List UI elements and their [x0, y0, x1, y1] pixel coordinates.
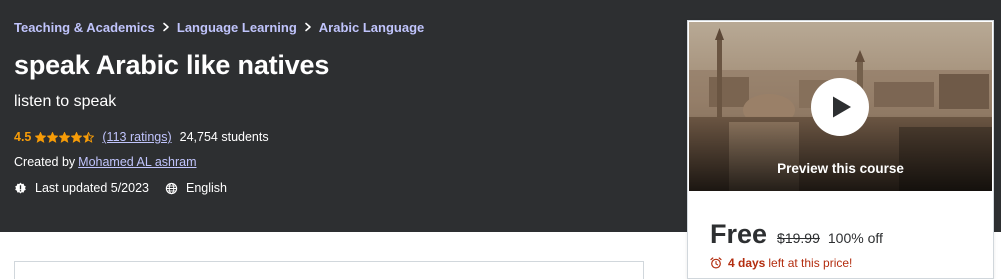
star-rating — [35, 131, 95, 143]
current-price: Free — [710, 219, 768, 249]
deadline-days: 4 days — [728, 256, 766, 270]
rating-row: 4.5 (113 ratings) 24,754 students — [14, 129, 269, 145]
star-icon — [59, 131, 71, 143]
purchase-card: Preview this course Free $19.99 100% off… — [687, 20, 994, 279]
breadcrumb-link-teaching-academics[interactable]: Teaching & Academics — [14, 20, 155, 35]
star-icon — [35, 131, 47, 143]
preview-label[interactable]: Preview this course — [689, 161, 992, 176]
created-by-label: Created by — [14, 155, 76, 169]
student-count: 24,754 students — [179, 130, 269, 144]
course-subtitle: listen to speak — [14, 93, 117, 110]
language-text: English — [186, 181, 227, 195]
course-preview[interactable]: Preview this course — [689, 22, 992, 191]
breadcrumb: Teaching & Academics Language Learning A… — [14, 19, 424, 35]
chevron-right-icon — [297, 22, 319, 32]
globe-icon — [165, 182, 178, 194]
instructor-link[interactable]: Mohamed AL ashram — [78, 155, 196, 169]
course-language: English — [165, 181, 227, 195]
star-icon — [83, 131, 95, 143]
course-meta: Last updated 5/2023 English — [14, 180, 227, 196]
deadline-text: left at this price! — [768, 256, 853, 270]
discount-percent: 100% off — [827, 230, 883, 246]
alarm-clock-icon — [710, 257, 722, 269]
play-icon — [833, 96, 851, 118]
what-you-learn-box — [14, 261, 644, 279]
price-row: Free $19.99 100% off — [710, 219, 883, 250]
breadcrumb-link-arabic-language[interactable]: Arabic Language — [319, 20, 424, 35]
created-by: Created by Mohamed AL ashram — [14, 155, 197, 169]
breadcrumb-link-language-learning[interactable]: Language Learning — [177, 20, 297, 35]
course-title: speak Arabic like natives — [14, 50, 330, 80]
original-price: $19.99 — [777, 230, 820, 246]
last-updated: Last updated 5/2023 — [14, 181, 149, 195]
chevron-right-icon — [155, 22, 177, 32]
alert-badge-icon — [15, 182, 26, 194]
ratings-count-link[interactable]: (113 ratings) — [102, 130, 171, 144]
rating-number: 4.5 — [14, 130, 32, 144]
play-preview-button[interactable] — [811, 78, 869, 136]
star-icon — [71, 131, 83, 143]
last-updated-text: Last updated 5/2023 — [35, 181, 149, 195]
star-icon — [47, 131, 59, 143]
price-deadline: 4 days left at this price! — [710, 256, 852, 270]
